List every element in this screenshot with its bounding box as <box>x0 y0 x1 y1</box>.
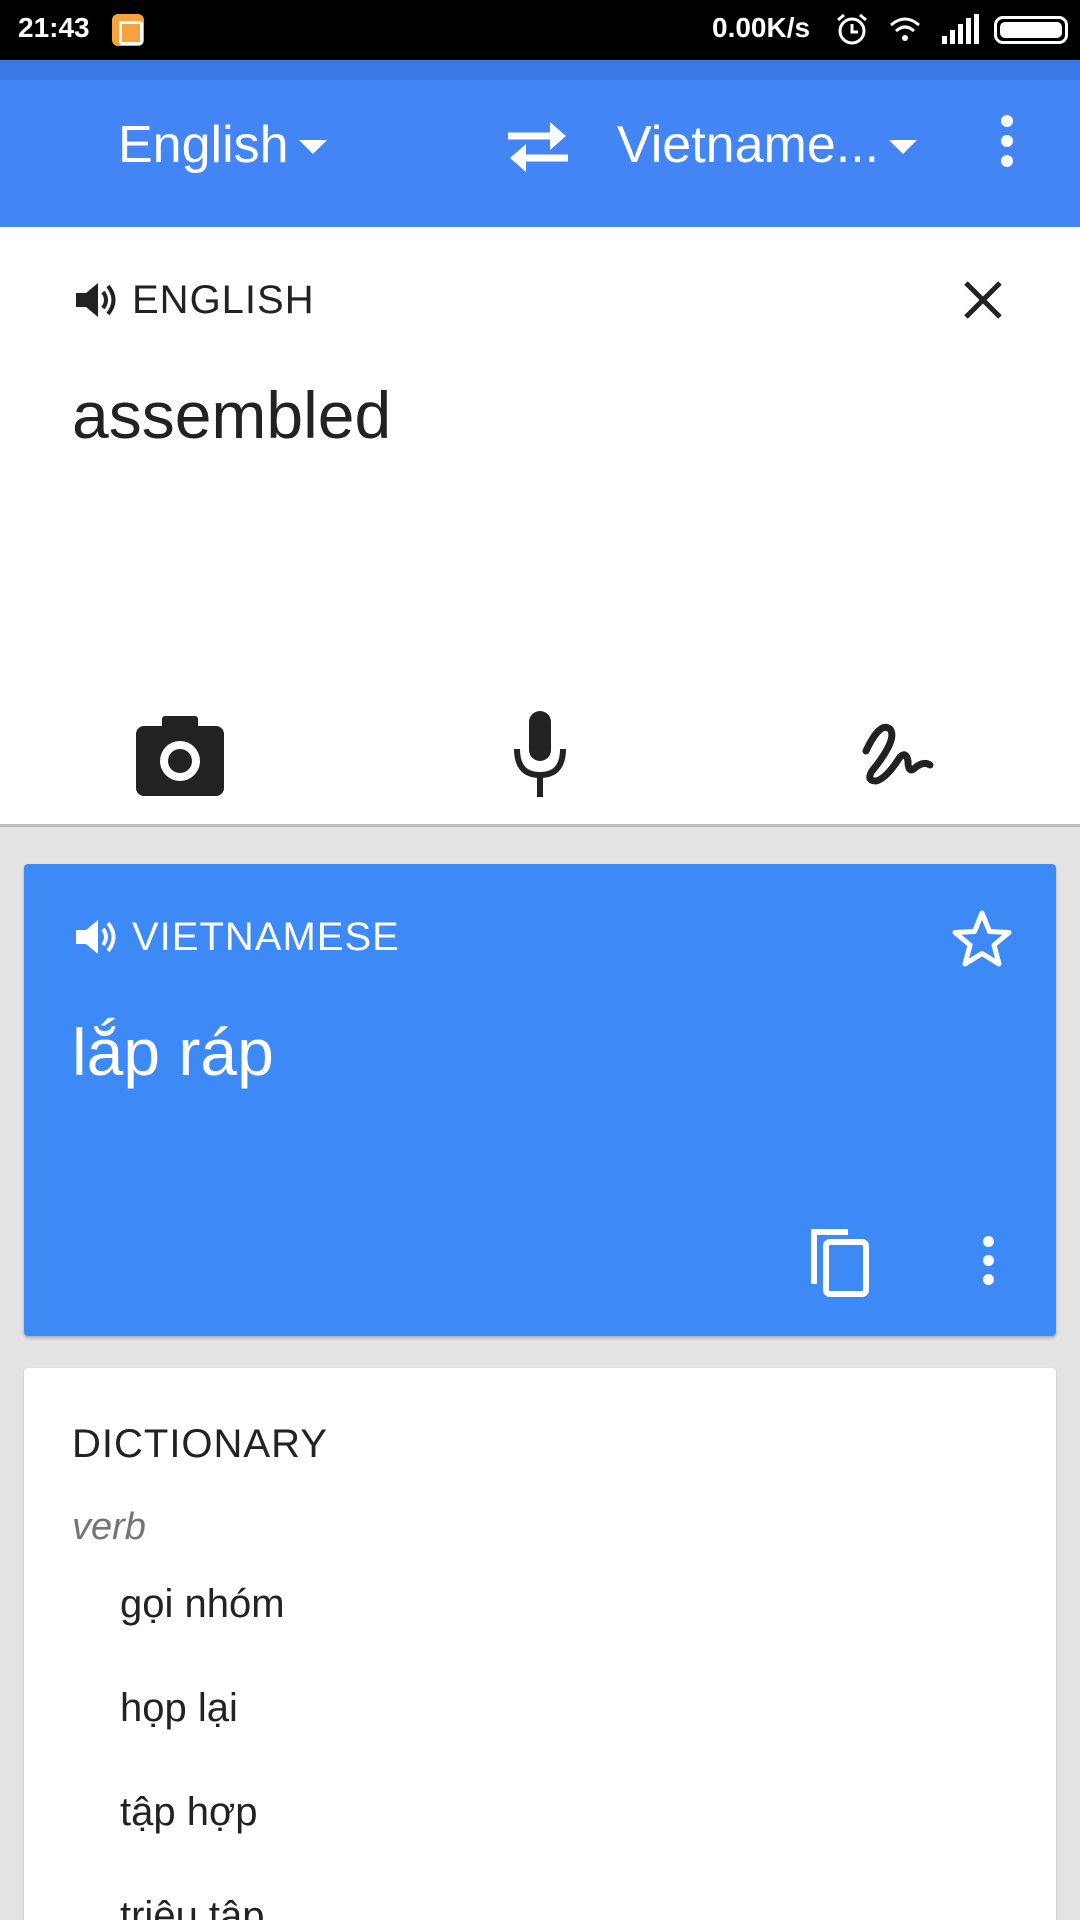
source-language-header: ENGLISH <box>72 277 315 323</box>
wifi-icon <box>890 17 920 41</box>
target-language-header: VIETNAMESE <box>72 914 400 960</box>
dictionary-title: DICTIONARY <box>72 1422 328 1466</box>
source-text[interactable]: assembled <box>72 377 391 453</box>
dropdown-arrow-icon <box>298 140 327 154</box>
part-of-speech: verb <box>72 1506 146 1548</box>
handwriting-icon[interactable] <box>858 711 940 797</box>
dictionary-entry[interactable]: họp lại <box>120 1686 238 1731</box>
network-speed: 0.00K/s <box>712 12 811 43</box>
status-time: 21:43 <box>18 12 90 43</box>
dictionary-card: DICTIONARY verb gọi nhóm họp lại tập hợp… <box>24 1368 1056 1920</box>
battery-icon <box>994 16 1068 44</box>
target-language-label: Vietname... <box>617 116 880 174</box>
copy-icon[interactable] <box>808 1226 872 1298</box>
speaker-icon[interactable] <box>72 914 118 960</box>
input-tools <box>0 707 1080 817</box>
signal-icon <box>942 14 979 44</box>
dictionary-entry[interactable]: tập hợp <box>120 1790 257 1835</box>
close-icon[interactable] <box>958 275 1008 325</box>
input-card: ENGLISH assembled <box>0 227 1080 827</box>
language-toolbar: English Vietname... <box>0 60 1080 227</box>
dictionary-entry[interactable]: gọi nhóm <box>120 1582 285 1627</box>
speaker-icon[interactable] <box>72 277 118 323</box>
star-icon[interactable] <box>950 908 1014 972</box>
alarm-icon <box>837 13 867 45</box>
more-vert-icon[interactable] <box>992 115 1022 179</box>
translated-text: lắp ráp <box>72 1015 274 1089</box>
status-bar: 21:43 0.00K/s <box>0 0 1080 60</box>
swap-languages-icon[interactable] <box>498 112 578 182</box>
app-notification-icon <box>112 14 144 46</box>
target-language-label-text: VIETNAMESE <box>132 914 400 959</box>
more-vert-icon[interactable] <box>976 1236 1000 1296</box>
target-language-selector[interactable]: Vietname... <box>617 115 918 175</box>
microphone-icon[interactable] <box>510 707 570 803</box>
dictionary-entry[interactable]: triệu tập <box>120 1894 265 1920</box>
source-language-label-text: ENGLISH <box>132 277 315 322</box>
dropdown-arrow-icon <box>889 140 918 154</box>
source-language-label: English <box>118 116 289 174</box>
translation-card: VIETNAMESE lắp ráp <box>24 864 1056 1336</box>
toolbar-top-strip <box>0 60 1080 80</box>
source-language-selector[interactable]: English <box>118 115 327 175</box>
camera-icon[interactable] <box>134 712 226 798</box>
